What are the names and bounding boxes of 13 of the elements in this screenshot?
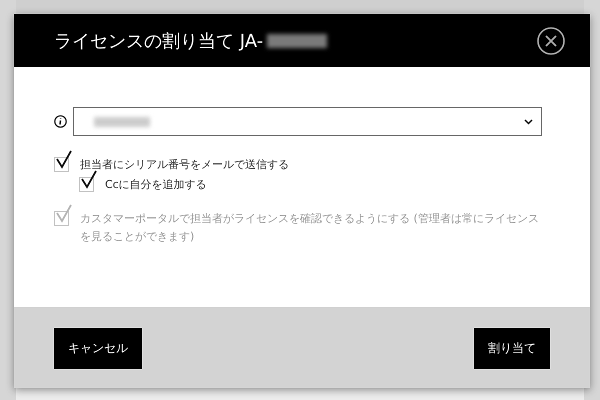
checkbox[interactable] <box>54 150 74 172</box>
assign-button[interactable]: 割り当て <box>474 328 550 369</box>
checkbox-label: カスタマーポータルで担当者がライセンスを確認できるようにする (管理者は常にライセンスを見ることができます) <box>80 211 540 245</box>
dialog-title: ライセンスの割り当て JA- <box>54 30 264 52</box>
redacted-text <box>267 34 328 48</box>
close-icon[interactable] <box>536 26 566 56</box>
caret-icon <box>524 118 533 124</box>
checkbox[interactable] <box>79 170 99 192</box>
cancel-button[interactable]: キャンセル <box>54 328 142 369</box>
select-field[interactable] <box>73 107 542 136</box>
checkbox-label: Ccに自分を追加する <box>105 177 207 193</box>
checkbox-label: 担当者にシリアル番号をメールで送信する <box>80 157 289 173</box>
info-icon <box>54 115 67 128</box>
